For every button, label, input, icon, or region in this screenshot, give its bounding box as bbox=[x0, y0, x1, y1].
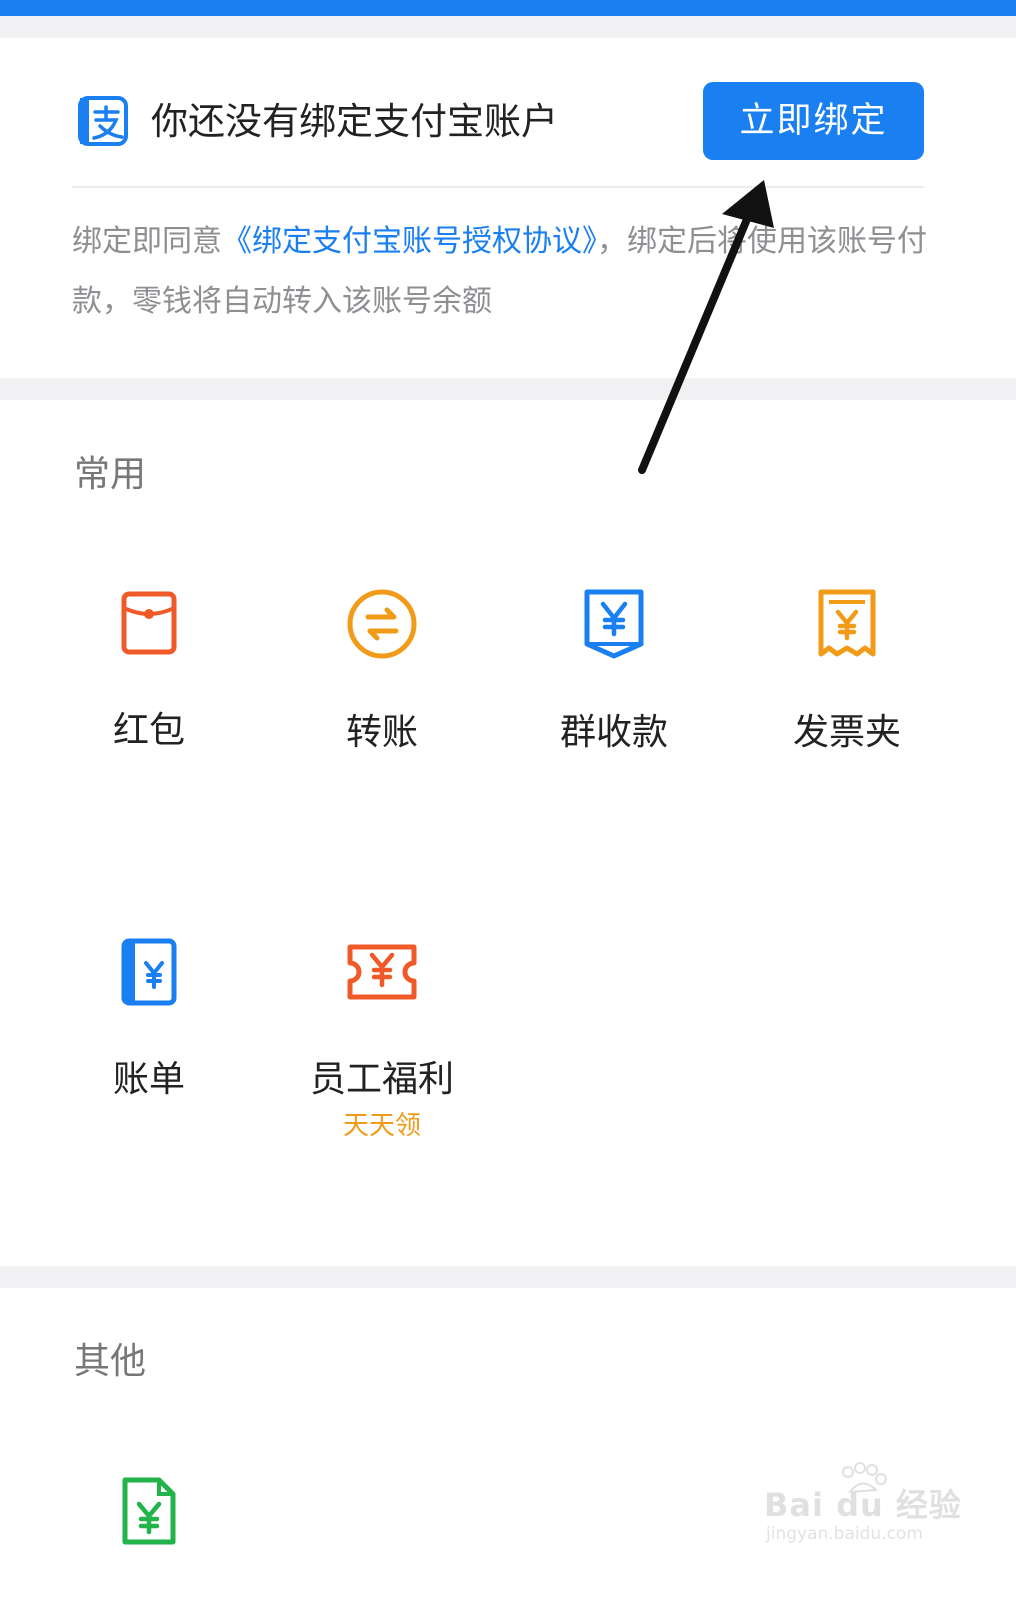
other-section-title: 其他 bbox=[74, 1341, 147, 1382]
tile-label: 发票夹 bbox=[792, 712, 901, 753]
divider bbox=[72, 186, 924, 188]
watermark-text: Bai du 经验 bbox=[764, 1486, 962, 1524]
bind-status-title: 你还没有绑定支付宝账户 bbox=[151, 100, 558, 143]
bind-now-button[interactable]: 立即绑定 bbox=[703, 82, 924, 160]
tile-group-collect[interactable]: 群收款 bbox=[498, 588, 730, 758]
document-yen-icon bbox=[122, 1477, 176, 1545]
agreement-link[interactable]: 《绑定支付宝账号授权协议》 bbox=[222, 224, 597, 259]
tile-transfer[interactable]: 转账 bbox=[266, 588, 498, 758]
bill-icon bbox=[121, 938, 177, 1006]
group-collect-icon bbox=[584, 589, 644, 659]
tile-other-document[interactable] bbox=[33, 1476, 265, 1546]
tile-label: 转账 bbox=[345, 712, 418, 753]
common-section-title: 常用 bbox=[74, 454, 147, 495]
other-section bbox=[0, 1288, 1016, 1600]
tile-red-packet[interactable]: 红包 bbox=[33, 588, 265, 756]
alipay-icon bbox=[78, 96, 128, 146]
tile-invoice-folder[interactable]: 发票夹 bbox=[731, 588, 963, 758]
tile-label: 员工福利 bbox=[309, 1059, 454, 1100]
employee-benefit-icon bbox=[347, 944, 417, 1000]
baidu-watermark: Bai du 经验 jingyan.baidu.com bbox=[760, 1462, 961, 1552]
tile-sub-label: 天天领 bbox=[342, 1111, 421, 1141]
tile-label: 账单 bbox=[112, 1059, 185, 1100]
agreement-prefix: 绑定即同意 bbox=[72, 224, 222, 259]
transfer-icon bbox=[347, 589, 417, 659]
common-section bbox=[0, 400, 1016, 1266]
tile-label: 群收款 bbox=[559, 712, 668, 753]
tile-employee-benefit[interactable]: 员工福利 天天领 bbox=[266, 937, 498, 1143]
red-packet-icon bbox=[121, 591, 177, 655]
top-status-bar bbox=[0, 0, 1016, 16]
bind-agreement-text: 绑定即同意《绑定支付宝账号授权协议》，绑定后将使用该账号付款，零钱将自动转入该账… bbox=[72, 212, 932, 332]
watermark-url: jingyan.baidu.com bbox=[766, 1524, 923, 1544]
tile-bill[interactable]: 账单 bbox=[33, 937, 265, 1105]
tile-label: 红包 bbox=[112, 710, 185, 751]
invoice-folder-icon bbox=[818, 589, 876, 657]
